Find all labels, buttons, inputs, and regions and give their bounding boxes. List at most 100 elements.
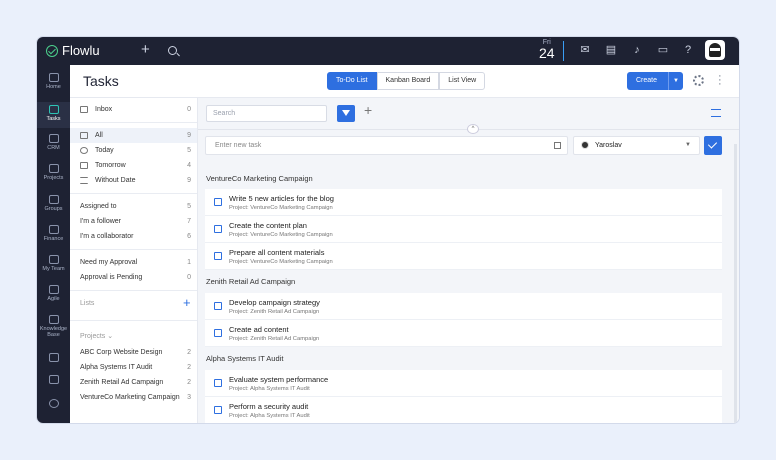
filter-inbox[interactable]: Inbox 0	[70, 102, 197, 117]
filter-count: 0	[187, 106, 191, 113]
filter-collaborator[interactable]: I'm a collaborator 6	[70, 229, 197, 244]
link-icon	[48, 375, 59, 384]
filter-today[interactable]: Today 5	[70, 143, 197, 158]
nav-label: Projects	[43, 175, 64, 181]
task-title[interactable]: Create ad content	[229, 325, 289, 334]
nav-agile[interactable]: Agile	[37, 285, 70, 302]
filter-all[interactable]: All 9	[70, 128, 197, 143]
nav-home[interactable]: Home	[37, 73, 70, 90]
nav-settings[interactable]	[37, 399, 70, 410]
task-row[interactable]: Perform a security audit Project: Alpha S…	[205, 397, 722, 423]
logo[interactable]: Flowlu	[46, 43, 100, 58]
search-input[interactable]: Search	[206, 105, 327, 122]
scrollbar[interactable]	[734, 144, 737, 423]
nav-label: My Team	[42, 266, 65, 272]
task-checkbox[interactable]	[214, 379, 222, 387]
inbox-icon	[80, 106, 88, 113]
book-icon	[48, 315, 59, 324]
project-count: 2	[187, 349, 191, 356]
add-filter-button[interactable]: +	[364, 102, 372, 118]
filter-follower[interactable]: I'm a follower 7	[70, 214, 197, 229]
filter-tomorrow[interactable]: Tomorrow 4	[70, 158, 197, 173]
filter-assigned[interactable]: Assigned to 5	[70, 199, 197, 214]
filter-label: I'm a follower	[80, 218, 122, 225]
search-icon[interactable]	[168, 46, 177, 55]
add-list-button[interactable]: +	[183, 295, 191, 310]
task-title[interactable]: Perform a security audit	[229, 402, 308, 411]
task-checkbox[interactable]	[214, 198, 222, 206]
more-icon[interactable]: · · ·	[718, 71, 722, 90]
agile-icon	[48, 285, 59, 294]
task-row[interactable]: Prepare all content materials Project: Ve…	[205, 243, 722, 270]
gear-icon[interactable]	[693, 75, 704, 86]
task-title[interactable]: Develop campaign strategy	[229, 298, 320, 307]
projects-heading[interactable]: Projects ⌄	[80, 332, 113, 340]
task-row[interactable]: Create the content plan Project: VentureC…	[205, 216, 722, 243]
chat-icon[interactable]: ▭	[657, 44, 669, 56]
task-checkbox[interactable]	[214, 252, 222, 260]
nav-misc[interactable]	[37, 353, 70, 364]
project-item[interactable]: Zenith Retail Ad Campaign 2	[70, 375, 197, 390]
divider	[70, 193, 197, 194]
nav-label: Home	[46, 84, 61, 90]
task-row[interactable]: Evaluate system performance Project: Alph…	[205, 370, 722, 397]
project-item[interactable]: VentureCo Marketing Campaign 3	[70, 390, 197, 405]
nav-tasks[interactable]: Tasks	[37, 102, 70, 128]
calendar-date[interactable]: Fri 24	[539, 39, 555, 60]
nav-link[interactable]	[37, 375, 70, 386]
bell-icon[interactable]: ♪	[631, 44, 643, 56]
filter-button[interactable]	[337, 105, 355, 122]
calendar-icon	[80, 162, 88, 169]
mail-icon[interactable]: ✉	[579, 44, 591, 56]
view-switcher: To-Do List Kanban Board List View	[327, 72, 486, 90]
filter-approval-pending[interactable]: Approval is Pending 0	[70, 270, 197, 285]
nav-label: Base	[47, 332, 60, 338]
tab-todo-list[interactable]: To-Do List	[327, 72, 377, 90]
project-item[interactable]: Alpha Systems IT Audit 2	[70, 360, 197, 375]
filter-need-approval[interactable]: Need my Approval 1	[70, 255, 197, 270]
add-task-confirm-button[interactable]	[704, 136, 722, 155]
task-title[interactable]: Evaluate system performance	[229, 375, 328, 384]
task-row[interactable]: Develop campaign strategy Project: Zenith…	[205, 293, 722, 320]
task-project: Project: Alpha Systems IT Audit	[229, 413, 310, 419]
groups-icon	[48, 195, 59, 204]
tab-list-view[interactable]: List View	[439, 72, 486, 90]
home-icon	[48, 73, 59, 82]
avatar[interactable]	[705, 40, 725, 60]
nav-finance[interactable]: Finance	[37, 225, 70, 242]
project-label: VentureCo Marketing Campaign	[80, 394, 180, 401]
task-checkbox[interactable]	[214, 406, 222, 414]
task-title[interactable]: Create the content plan	[229, 221, 307, 230]
filter-label: All	[95, 132, 103, 139]
nav-label: Groups	[44, 206, 63, 212]
collapse-toggle[interactable]: ^	[467, 124, 479, 134]
expand-editor-icon[interactable]	[554, 142, 561, 149]
task-checkbox[interactable]	[214, 225, 222, 233]
new-task-input[interactable]: Enter new task	[205, 136, 568, 155]
assignee-select[interactable]: Yaroslav ▼	[573, 136, 700, 155]
chevron-down-icon[interactable]: ▼	[668, 72, 683, 90]
task-checkbox[interactable]	[214, 302, 222, 310]
project-item[interactable]: ABC Corp Website Design 2	[70, 345, 197, 360]
task-checkbox[interactable]	[214, 329, 222, 337]
add-icon[interactable]: +	[141, 41, 150, 58]
top-bar: Flowlu + Fri 24 ✉ ▤ ♪ ▭ ?	[37, 37, 739, 65]
task-row[interactable]: Write 5 new articles for the blog Project…	[205, 189, 722, 216]
task-title[interactable]: Prepare all content materials	[229, 248, 324, 257]
nav-projects[interactable]: Projects	[37, 164, 70, 181]
view-settings-icon[interactable]	[711, 109, 721, 117]
lists-heading: Lists	[80, 300, 95, 307]
notes-icon[interactable]: ▤	[605, 44, 617, 56]
nav-groups[interactable]: Groups	[37, 195, 70, 212]
create-button[interactable]: Create ▼	[627, 72, 683, 90]
team-icon	[48, 255, 59, 264]
day-number: 24	[539, 45, 555, 61]
task-row[interactable]: Create ad content Project: Zenith Retail …	[205, 320, 722, 347]
help-icon[interactable]: ?	[682, 44, 694, 56]
nav-knowledge-base[interactable]: Knowledge Base	[37, 315, 70, 338]
task-title[interactable]: Write 5 new articles for the blog	[229, 194, 334, 203]
filter-without-date[interactable]: Without Date 9	[70, 173, 197, 188]
tab-kanban-board[interactable]: Kanban Board	[376, 72, 440, 90]
nav-crm[interactable]: CRM	[37, 134, 70, 151]
nav-my-team[interactable]: My Team	[37, 255, 70, 272]
